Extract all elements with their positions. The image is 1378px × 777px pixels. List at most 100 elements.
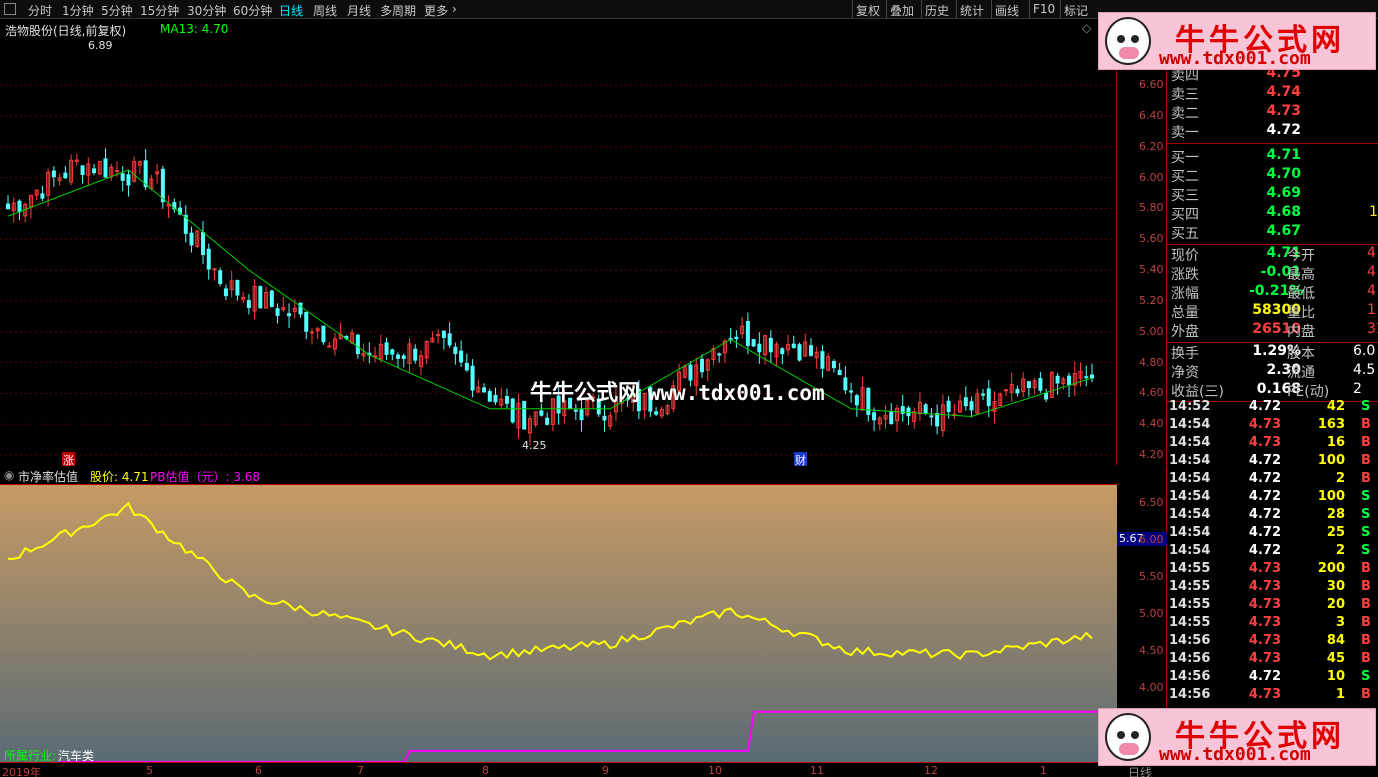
price-tick: 5.60 bbox=[1139, 232, 1164, 246]
sell-level-2[interactable]: 卖二 4.73 bbox=[1169, 103, 1378, 122]
tick-row: 14:54 4.73 16 B bbox=[1169, 435, 1378, 453]
buy-level-4[interactable]: 买四 4.68 1 bbox=[1169, 204, 1378, 223]
tick-row: 14:55 4.73 3 B bbox=[1169, 615, 1378, 633]
stat-value: 1 bbox=[1367, 302, 1376, 318]
candle-body bbox=[751, 339, 756, 347]
candle-body bbox=[986, 388, 991, 407]
tick-side: B bbox=[1361, 651, 1371, 666]
toolbar-right-1[interactable]: 叠加 bbox=[890, 2, 914, 19]
tick-row: 14:56 4.73 45 B bbox=[1169, 651, 1378, 669]
sell-label: 卖三 bbox=[1171, 87, 1199, 103]
diamond-icon[interactable]: ◇ bbox=[1082, 21, 1091, 35]
candle-body bbox=[355, 334, 360, 355]
more-arrow-icon[interactable]: › bbox=[452, 2, 457, 16]
tick-price: 4.73 bbox=[1248, 561, 1281, 576]
period-tab-7[interactable]: 周线 bbox=[313, 2, 337, 19]
toolbar-right-5[interactable]: F10 bbox=[1033, 2, 1055, 16]
tick-volume: 30 bbox=[1326, 579, 1345, 594]
period-tab-9[interactable]: 多周期 bbox=[380, 2, 416, 19]
sell-level-3[interactable]: 卖三 4.74 bbox=[1169, 84, 1378, 103]
candle-body bbox=[464, 362, 469, 371]
ma-label: MA13: 4.70 bbox=[160, 22, 229, 36]
tick-time: 14:54 bbox=[1169, 453, 1211, 468]
period-tab-5[interactable]: 60分钟 bbox=[233, 2, 272, 19]
tick-time: 14:54 bbox=[1169, 507, 1211, 522]
candle-body bbox=[872, 412, 877, 421]
price-tick: 4.40 bbox=[1139, 417, 1164, 431]
stat-row: 收益(三) 0.168 PE(动) 2 bbox=[1169, 381, 1378, 400]
tick-row: 14:54 4.72 100 S bbox=[1169, 489, 1378, 507]
tick-volume: 2 bbox=[1335, 471, 1345, 486]
toolbar-right-2[interactable]: 历史 bbox=[925, 2, 949, 19]
period-tab-8[interactable]: 月线 bbox=[347, 2, 371, 19]
candle-body bbox=[390, 349, 395, 355]
center-watermark-url: www.tdx001.com bbox=[647, 381, 825, 405]
tick-time: 14:56 bbox=[1169, 669, 1211, 684]
candle-body bbox=[223, 288, 228, 297]
indicator-chart[interactable]: ◉ 市净率估值 股价: 4.71 PB估值（元）: 3.68 所属行业: 汽车类 bbox=[0, 466, 1117, 763]
tick-price: 4.73 bbox=[1248, 435, 1281, 450]
candle-body bbox=[120, 173, 125, 181]
period-tab-6[interactable]: 日线 bbox=[279, 2, 303, 19]
candle-body bbox=[963, 397, 968, 407]
indicator-svg bbox=[0, 485, 1117, 762]
tick-volume: 1 bbox=[1335, 687, 1345, 702]
candle-body bbox=[287, 313, 292, 317]
buy-level-1[interactable]: 买一 4.71 bbox=[1169, 147, 1378, 166]
candle-body bbox=[923, 404, 928, 414]
tick-price: 4.73 bbox=[1248, 633, 1281, 648]
tick-side: B bbox=[1361, 633, 1371, 648]
tick-row: 14:55 4.73 20 B bbox=[1169, 597, 1378, 615]
center-watermark: 牛牛公式网 www.tdx001.com bbox=[530, 375, 825, 407]
buy-level-3[interactable]: 买三 4.69 bbox=[1169, 185, 1378, 204]
candle-body bbox=[206, 248, 211, 270]
candle-body bbox=[780, 348, 785, 355]
candle-body bbox=[160, 168, 165, 203]
period-tab-4[interactable]: 30分钟 bbox=[187, 2, 226, 19]
toolbar-right-4[interactable]: 画线 bbox=[995, 2, 1019, 19]
candle-body bbox=[189, 232, 194, 246]
tick-time: 14:55 bbox=[1169, 561, 1211, 576]
indicator-tick: 4.00 bbox=[1139, 681, 1164, 695]
tick-row: 14:56 4.73 84 B bbox=[1169, 633, 1378, 651]
candle-body bbox=[654, 411, 659, 415]
menu-icon[interactable] bbox=[4, 3, 16, 15]
collapse-icon[interactable]: ◉ bbox=[4, 468, 14, 482]
candle-body bbox=[889, 411, 894, 425]
candle-body bbox=[384, 342, 389, 355]
stat-value: 2 bbox=[1353, 381, 1362, 397]
period-tab-2[interactable]: 5分钟 bbox=[101, 2, 133, 19]
toolbar-right-6[interactable]: 标记 bbox=[1064, 2, 1088, 19]
period-tab-0[interactable]: 分时 bbox=[28, 2, 52, 19]
tick-row: 14:56 4.73 1 B bbox=[1169, 687, 1378, 705]
date-tick: 9 bbox=[602, 764, 609, 777]
candle-body bbox=[396, 354, 401, 359]
tick-time: 14:54 bbox=[1169, 417, 1211, 432]
toolbar-right-0[interactable]: 复权 bbox=[856, 2, 880, 19]
tick-row: 14:52 4.72 42 S bbox=[1169, 399, 1378, 417]
date-tick: 10 bbox=[708, 764, 722, 777]
candle-body bbox=[854, 395, 859, 406]
candle-body bbox=[797, 344, 802, 361]
candle-body bbox=[837, 369, 842, 376]
tick-price: 4.72 bbox=[1248, 453, 1281, 468]
tick-row: 14:54 4.73 163 B bbox=[1169, 417, 1378, 435]
sell-level-1[interactable]: 卖一 4.72 bbox=[1169, 122, 1378, 141]
buy-level-5[interactable]: 买五 4.67 bbox=[1169, 223, 1378, 242]
candle-body bbox=[218, 270, 223, 284]
stat-label: 涨幅 bbox=[1171, 286, 1199, 302]
candle-body bbox=[275, 308, 280, 316]
candle-body bbox=[602, 415, 607, 421]
candle-body bbox=[459, 350, 464, 363]
buy-level-2[interactable]: 买二 4.70 bbox=[1169, 166, 1378, 185]
candle-body bbox=[482, 387, 487, 393]
period-tab-3[interactable]: 15分钟 bbox=[140, 2, 179, 19]
candle-body bbox=[510, 398, 515, 423]
toolbar-right-3[interactable]: 统计 bbox=[960, 2, 984, 19]
indicator-price: 股价: 4.71 bbox=[90, 470, 149, 484]
tick-row: 14:54 4.72 2 B bbox=[1169, 471, 1378, 489]
cow-logo-icon bbox=[1105, 713, 1151, 761]
buy-price: 4.67 bbox=[1266, 223, 1301, 239]
period-tab-1[interactable]: 1分钟 bbox=[62, 2, 94, 19]
period-tab-10[interactable]: 更多 bbox=[424, 2, 448, 19]
